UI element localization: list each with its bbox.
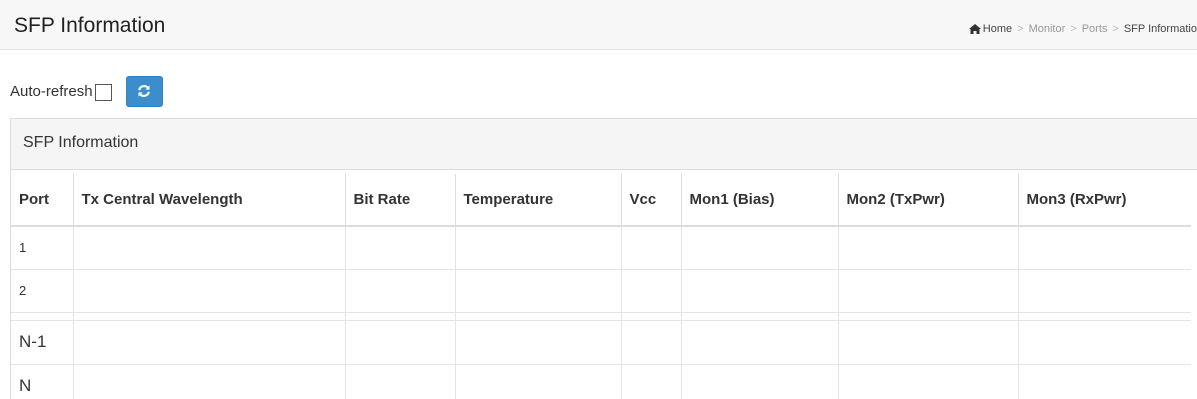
table-cell [1017,320,1191,365]
table-row: N [11,364,1191,399]
table-cell [72,320,345,365]
table-cell [1017,269,1191,313]
toolbar: Auto-refresh [10,75,163,107]
table-cell [72,226,345,270]
column-header-port: Port [11,174,73,227]
table-row: 2 [11,269,1191,313]
autorefresh-label: Auto-refresh [10,82,93,100]
column-header-mon2-txpwr: Mon2 (TxPwr) [837,174,1018,227]
column-header-bit-rate: Bit Rate [344,174,455,227]
sfp-panel: SFP Information Port Tx Central Waveleng… [10,118,1197,399]
column-header-mon3-rxpwr: Mon3 (RxPwr) [1017,174,1191,227]
table-cell [837,364,1018,399]
page-title: SFP Information [14,14,166,37]
table-cell [344,364,455,399]
breadcrumb-item-monitor[interactable]: Monitor [1029,23,1066,35]
column-header-temperature: Temperature [454,174,621,227]
table-cell [620,226,681,270]
breadcrumb-separator: > [1017,23,1024,35]
table-cell [72,364,345,399]
table-row: N-1 [11,320,1191,365]
breadcrumb-home-link[interactable]: Home [983,23,1012,35]
page-header: SFP Information Home > Monitor > Ports >… [0,0,1197,50]
breadcrumb-item-ports[interactable]: Ports [1082,23,1108,35]
table-cell [344,269,455,313]
breadcrumb-separator: > [1070,23,1077,35]
refresh-icon [138,85,150,97]
breadcrumb-separator: > [1112,23,1119,35]
table-cell [344,320,455,365]
table-header-row: Port Tx Central Wavelength Bit Rate Temp… [11,174,1191,227]
table-cell [72,269,345,313]
port-cell: 1 [11,226,73,270]
table-cell [454,320,621,365]
breadcrumb: Home > Monitor > Ports > SFP Informatio [968,23,1197,35]
table-cell [454,269,621,313]
refresh-button[interactable] [125,75,163,107]
port-cell: N [11,364,73,399]
table-cell [344,226,455,270]
column-header-mon1-bias: Mon1 (Bias) [680,174,838,227]
column-header-tx-central-wavelength: Tx Central Wavelength [72,174,345,227]
table-cell [680,320,838,365]
table-cell [1017,226,1191,270]
table-cell [837,320,1018,365]
column-header-vcc: Vcc [620,174,681,227]
table-cell [680,226,838,270]
port-cell: 2 [11,269,73,313]
table-cell [680,269,838,313]
sfp-table: Port Tx Central Wavelength Bit Rate Temp… [11,174,1191,399]
table-cell [1017,364,1191,399]
panel-heading: SFP Information [11,119,1197,170]
table-row-gap [11,312,1191,321]
table-cell [837,269,1018,313]
table-cell [620,320,681,365]
table-row: 1 [11,226,1191,270]
table-cell [620,269,681,313]
table-cell [454,226,621,270]
table-cell [454,364,621,399]
autorefresh-checkbox[interactable] [94,83,112,101]
home-icon [968,24,981,34]
table-cell [680,364,838,399]
breadcrumb-current: SFP Informatio [1123,23,1197,35]
port-cell: N-1 [11,320,73,365]
table-cell [837,226,1018,270]
table-cell [620,364,681,399]
